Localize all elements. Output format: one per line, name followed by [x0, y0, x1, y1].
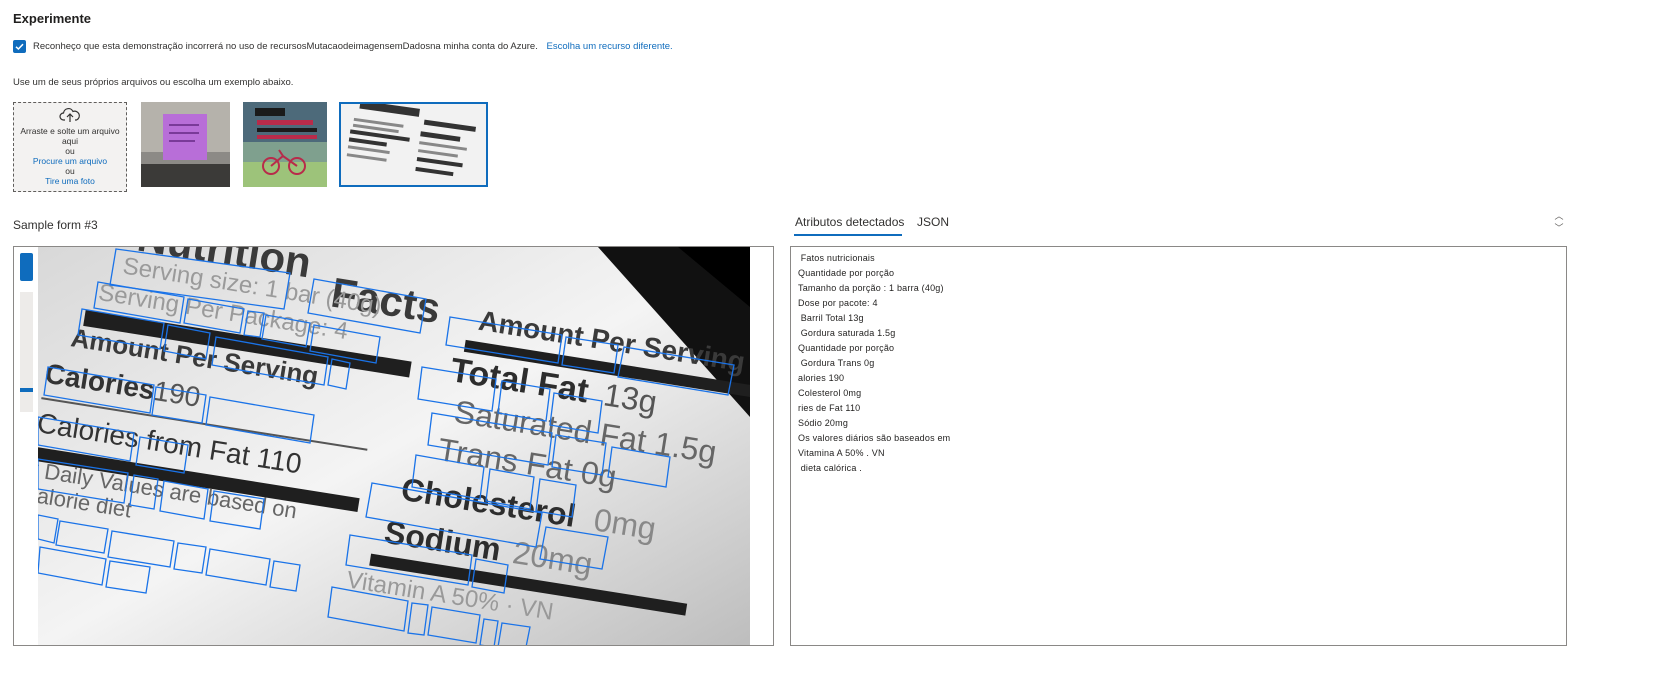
image-viewer: Nutrition Facts Serving size: 1 bar (40g… — [13, 246, 774, 646]
consent-label: Reconheço que esta demonstração incorrer… — [33, 41, 673, 52]
cloud-upload-icon — [59, 108, 80, 122]
zoom-slider-track[interactable] — [20, 292, 33, 412]
take-photo-link[interactable]: Tire uma foto — [14, 176, 126, 186]
consent-text: Reconheço que esta demonstração incorrer… — [33, 41, 538, 52]
chevron-up-icon[interactable]: ︿ — [1553, 210, 1565, 222]
result-line: dieta calórica . — [798, 463, 862, 473]
choose-resource-link[interactable]: Escolha um recurso diferente. — [547, 41, 673, 52]
sample-thumbnail-poster[interactable] — [243, 102, 327, 187]
zoom-slider-handle[interactable] — [20, 253, 33, 281]
consent-checkbox[interactable] — [13, 40, 26, 53]
tab-detected-attributes[interactable]: Atributos detectados — [795, 215, 904, 229]
or-text-2: ou — [65, 166, 75, 176]
result-line: Vitamina A 50% . VN — [798, 448, 885, 458]
result-line: Gordura Trans 0g — [798, 358, 875, 368]
result-line: Gordura saturada 1.5g — [798, 328, 896, 338]
zoom-slider-marker[interactable] — [20, 388, 33, 392]
page-title: Experimente — [13, 11, 92, 26]
file-drop-zone[interactable]: Arraste e solte um arquivo aqui ou Procu… — [13, 102, 127, 192]
instructions-text: Use um de seus próprios arquivos ou esco… — [13, 77, 294, 88]
result-line: Colesterol 0mg — [798, 388, 862, 398]
checkmark-icon — [15, 43, 24, 51]
drop-text-1: Arraste e solte um arquivo — [20, 126, 120, 136]
result-line: Tamanho da porção : 1 barra (40g) — [798, 283, 944, 293]
active-tab-indicator — [794, 234, 902, 236]
results-panel: Fatos nutricionais Quantidade por porção… — [790, 246, 1567, 646]
sample-form-label: Sample form #3 — [13, 218, 98, 232]
ocr-image: Nutrition Facts Serving size: 1 bar (40g… — [38, 247, 750, 645]
drop-text-2: aqui — [61, 136, 79, 146]
tabs-scroll-control[interactable]: ︿ ﹀ — [1553, 210, 1565, 236]
or-text-1: ou — [65, 146, 75, 156]
sample-thumbnail-sticky-note[interactable] — [141, 102, 230, 187]
result-line: ries de Fat 110 — [798, 403, 861, 413]
result-line: Barril Total 13g — [798, 313, 864, 323]
browse-file-link[interactable]: Procure um arquivo — [14, 156, 126, 166]
result-line: Quantidade por porção — [798, 268, 895, 278]
result-line: Quantidade por porção — [798, 343, 895, 353]
result-line: Sódio 20mg — [798, 418, 849, 428]
result-line: Os valores diários são baseados em — [798, 433, 951, 443]
result-line: Dose por pacote: 4 — [798, 298, 878, 308]
result-line: alories 190 — [798, 373, 845, 383]
tab-json[interactable]: JSON — [917, 215, 949, 229]
result-line: Fatos nutricionais — [798, 253, 875, 263]
sample-thumbnail-nutrition-facts[interactable] — [339, 102, 488, 187]
chevron-down-icon[interactable]: ﹀ — [1553, 222, 1565, 234]
